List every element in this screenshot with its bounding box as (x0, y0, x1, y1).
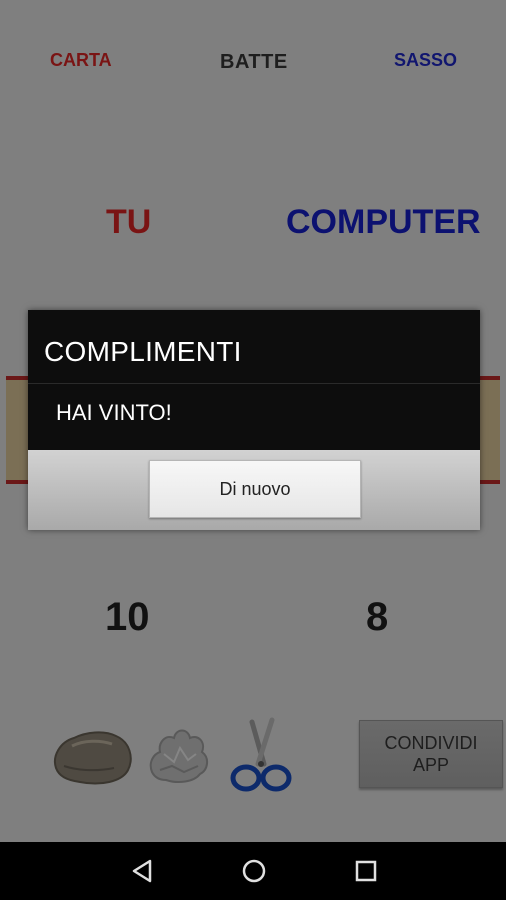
computer-label: COMPUTER (286, 203, 481, 241)
home-icon[interactable] (240, 857, 268, 890)
share-app-label-line2: APP (412, 755, 450, 775)
dialog-divider (28, 383, 480, 384)
result-line: CARTA BATTE SASSO (0, 44, 506, 80)
back-icon[interactable] (128, 857, 156, 890)
recents-icon[interactable] (352, 857, 380, 890)
computer-hand-card (480, 376, 500, 484)
dialog-message: HAI VINTO! (56, 400, 172, 425)
rock-icon[interactable] (50, 728, 134, 791)
dialog-footer: Di nuovo (28, 450, 480, 530)
player-label: TU (106, 203, 152, 241)
result-dialog: COMPLIMENTI HAI VINTO! Di nuovo (28, 310, 480, 530)
dialog-header: COMPLIMENTI HAI VINTO! (28, 310, 480, 450)
scissors-icon[interactable] (228, 716, 294, 801)
system-navigation-bar (0, 842, 506, 900)
dialog-title: COMPLIMENTI (44, 336, 242, 367)
result-verb: BATTE (220, 51, 288, 73)
computer-choice-text: SASSO (394, 50, 458, 70)
share-app-label-line1: CONDIVIDI (384, 733, 478, 753)
player-choice-text: CARTA (50, 50, 112, 70)
share-app-button[interactable]: CONDIVIDI APP (359, 720, 503, 788)
computer-score: 8 (366, 595, 389, 639)
player-score: 10 (105, 595, 150, 639)
paper-icon[interactable] (144, 724, 214, 791)
play-again-button[interactable]: Di nuovo (149, 460, 361, 518)
